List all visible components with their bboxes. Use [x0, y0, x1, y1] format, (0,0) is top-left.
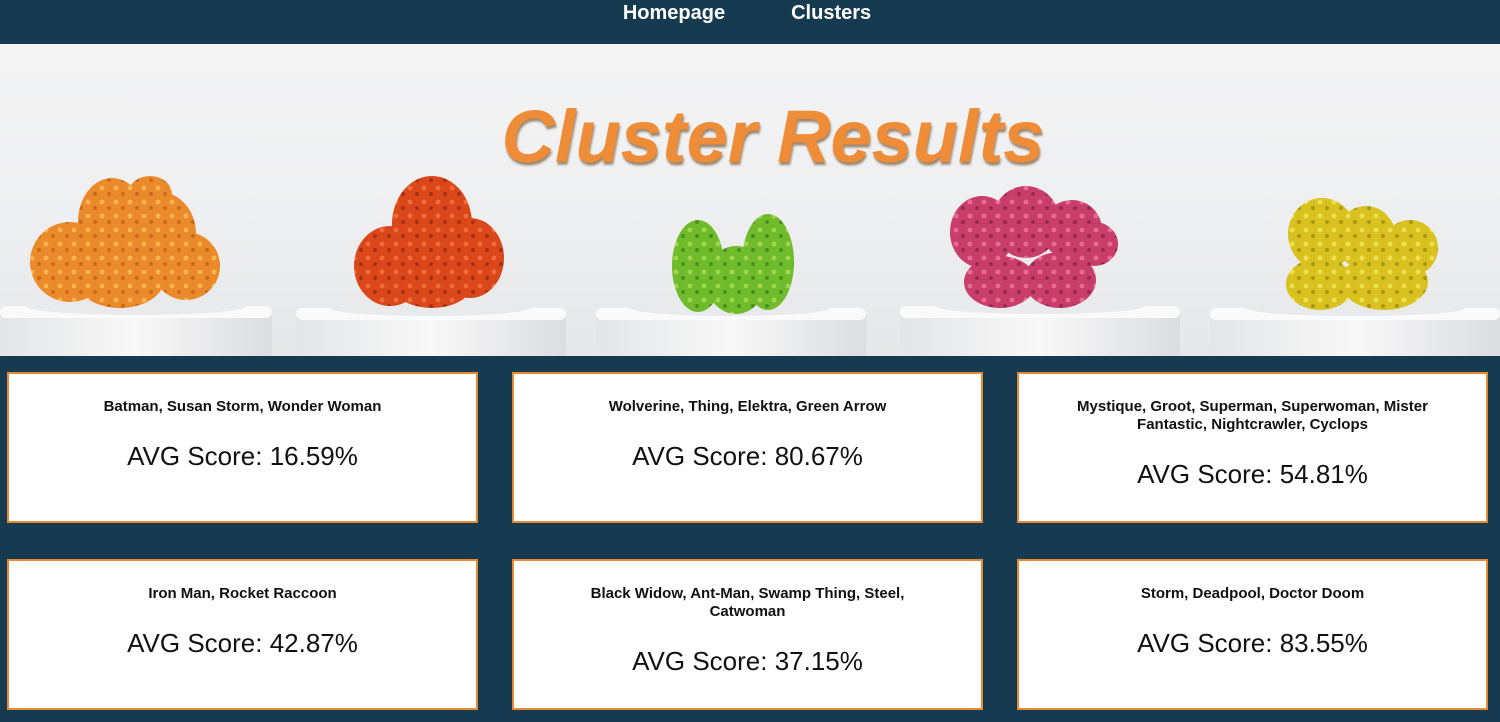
- nav-clusters-link[interactable]: Clusters: [791, 2, 871, 25]
- top-navbar: Homepage Clusters: [0, 0, 1500, 44]
- cluster-avg-score: AVG Score: 54.81%: [1137, 459, 1368, 489]
- cluster-members: Mystique, Groot, Superman, Superwoman, M…: [1077, 398, 1428, 433]
- cluster-card: Storm, Deadpool, Doctor Doom AVG Score: …: [1017, 559, 1488, 710]
- cluster-card: Iron Man, Rocket Raccoon AVG Score: 42.8…: [7, 559, 478, 710]
- cluster-members: Batman, Susan Storm, Wonder Woman: [103, 398, 382, 415]
- cluster-avg-score: AVG Score: 16.59%: [127, 441, 358, 471]
- cluster-avg-score: AVG Score: 37.15%: [632, 646, 863, 676]
- cluster-card: Mystique, Groot, Superman, Superwoman, M…: [1017, 372, 1488, 523]
- cluster-card: Batman, Susan Storm, Wonder Woman AVG Sc…: [7, 372, 478, 523]
- cactus-pots-image: [0, 176, 1500, 356]
- cluster-avg-score: AVG Score: 83.55%: [1137, 628, 1368, 658]
- nav-homepage-link[interactable]: Homepage: [623, 2, 725, 25]
- cluster-members: Wolverine, Thing, Elektra, Green Arrow: [608, 398, 887, 415]
- cluster-avg-score: AVG Score: 42.87%: [127, 628, 358, 658]
- cluster-card: Black Widow, Ant-Man, Swamp Thing, Steel…: [512, 559, 983, 710]
- cluster-members: Black Widow, Ant-Man, Swamp Thing, Steel…: [590, 585, 905, 620]
- page-title: Cluster Results: [501, 95, 1045, 178]
- cluster-members: Storm, Deadpool, Doctor Doom: [1140, 585, 1365, 602]
- cluster-avg-score: AVG Score: 80.67%: [632, 441, 863, 471]
- hero-banner: Cluster Results: [0, 44, 1500, 356]
- cluster-members: Iron Man, Rocket Raccoon: [148, 585, 337, 602]
- cluster-card: Wolverine, Thing, Elektra, Green Arrow A…: [512, 372, 983, 523]
